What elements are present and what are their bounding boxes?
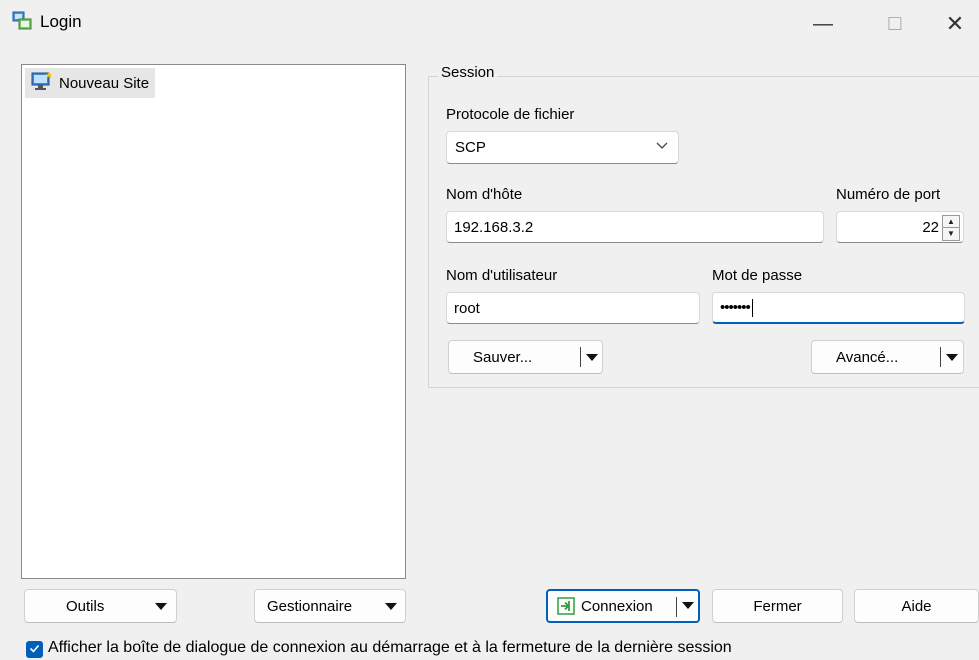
host-input[interactable]: 192.168.3.2 <box>446 211 824 243</box>
advanced-label: Avancé... <box>836 348 899 366</box>
site-item-label: Nouveau Site <box>59 74 150 92</box>
show-login-checkbox[interactable] <box>26 641 43 658</box>
site-item-nouveau-site[interactable]: Nouveau Site <box>25 68 156 98</box>
password-input[interactable]: ••••••• <box>712 292 965 324</box>
password-label: Mot de passe <box>712 267 803 284</box>
session-legend: Session <box>438 64 498 81</box>
close-dialog-label: Fermer <box>753 597 802 615</box>
minimize-icon: — <box>813 12 833 35</box>
text-cursor <box>751 298 753 317</box>
user-value: root <box>454 299 480 317</box>
host-label: Nom d'hôte <box>446 186 523 203</box>
port-input[interactable]: 22 ▲ ▼ <box>836 211 964 243</box>
host-value: 192.168.3.2 <box>454 218 534 236</box>
split-separator <box>580 347 581 367</box>
close-button[interactable]: ✕ <box>932 6 978 42</box>
protocol-select[interactable]: SCP <box>446 131 679 164</box>
help-button[interactable]: Aide <box>854 589 979 623</box>
protocol-value: SCP <box>455 139 486 156</box>
manager-dropdown-icon <box>385 603 397 610</box>
new-site-icon <box>31 72 53 94</box>
manager-button[interactable]: Gestionnaire <box>254 589 406 623</box>
tools-dropdown-icon <box>155 603 167 610</box>
port-label: Numéro de port <box>836 186 941 203</box>
winscp-login-icon <box>12 10 34 32</box>
spin-down-icon[interactable]: ▼ <box>943 227 959 239</box>
port-spinner[interactable]: ▲ ▼ <box>942 215 960 241</box>
close-dialog-button[interactable]: Fermer <box>712 589 843 623</box>
maximize-button[interactable]: ☐ <box>872 6 918 42</box>
window-title: Login <box>40 12 82 31</box>
show-login-checkbox-label: Afficher la boîte de dialogue de connexi… <box>48 639 732 656</box>
chevron-down-icon <box>656 139 668 154</box>
login-icon <box>557 597 575 615</box>
maximize-icon: ☐ <box>886 13 904 34</box>
minimize-button[interactable]: — <box>800 6 846 42</box>
save-dropdown-icon[interactable] <box>586 354 598 361</box>
connect-dropdown-icon[interactable] <box>682 602 694 609</box>
advanced-button[interactable]: Avancé... <box>811 340 964 374</box>
password-value: ••••••• <box>720 299 751 316</box>
close-icon: ✕ <box>945 11 965 36</box>
checkmark-icon <box>29 643 40 657</box>
manager-label: Gestionnaire <box>267 597 353 615</box>
protocol-label: Protocole de fichier <box>446 106 575 123</box>
spin-up-icon[interactable]: ▲ <box>943 216 959 227</box>
user-input[interactable]: root <box>446 292 700 324</box>
advanced-dropdown-icon[interactable] <box>946 354 958 361</box>
tools-button[interactable]: Outils <box>24 589 177 623</box>
site-tree[interactable]: Nouveau Site <box>21 64 406 579</box>
help-label: Aide <box>901 597 932 615</box>
split-separator <box>940 347 941 367</box>
port-value: 22 <box>922 218 939 236</box>
user-label: Nom d'utilisateur <box>446 267 558 284</box>
connect-label: Connexion <box>581 597 653 615</box>
connect-button[interactable]: Connexion <box>546 589 700 623</box>
save-button[interactable]: Sauver... <box>448 340 603 374</box>
save-label: Sauver... <box>473 348 533 366</box>
tools-label: Outils <box>66 597 105 615</box>
split-separator <box>676 597 677 617</box>
